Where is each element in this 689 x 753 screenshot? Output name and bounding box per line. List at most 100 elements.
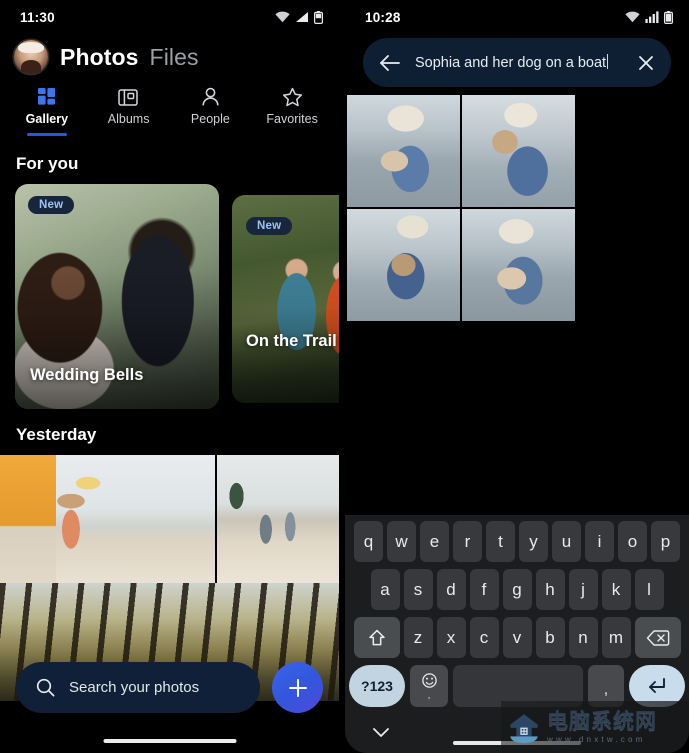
status-badge: New [28,196,75,214]
key-j[interactable]: j [568,569,598,610]
text-caret [607,54,609,69]
key-i[interactable]: i [585,521,614,562]
app-title-group: Photos Files [60,44,199,71]
key-k[interactable]: k [601,569,631,610]
star-icon [282,86,303,108]
add-button[interactable] [272,662,323,713]
tab-favorites[interactable]: Favorites [251,86,333,138]
close-icon[interactable] [637,54,655,72]
key-b[interactable]: b [535,617,565,658]
watermark-site-name: 电脑系统网 [547,709,657,733]
key-h[interactable]: h [535,569,565,610]
search-results-grid [347,87,689,321]
site-watermark: 电脑系统网 www.dnxtw.com [501,701,689,753]
key-v[interactable]: v [502,617,532,658]
key-o[interactable]: o [618,521,647,562]
key-l[interactable]: l [634,569,664,610]
emoji-key[interactable]: , [410,665,448,707]
for-you-heading: For you [16,154,79,173]
watermark-text: 电脑系统网 www.dnxtw.com [547,711,657,744]
backspace-key[interactable] [634,617,681,658]
home-gesture-bar[interactable] [103,739,236,743]
bottom-dock: Search your photos [0,640,339,753]
photo-thumb[interactable] [0,455,215,583]
key-q[interactable]: q [354,521,383,562]
symbols-key[interactable]: ?123 [349,665,405,707]
result-thumb[interactable] [462,95,575,207]
right-phone-screen: 10:28 Sophia and her dog on a boat q w e… [345,0,689,753]
memory-card-wedding[interactable]: New Wedding Bells [15,184,219,409]
keyboard-row-3: z x c v b n m [349,617,685,658]
result-thumb[interactable] [347,95,460,207]
status-icon-group [625,10,673,24]
search-query-text[interactable]: Sophia and her dog on a boat [415,54,623,71]
page-title[interactable]: Photos [60,44,139,71]
house-logo-icon [510,714,538,744]
yesterday-heading: Yesterday [16,425,97,444]
key-m[interactable]: m [601,617,631,658]
person-icon [201,86,220,108]
chevron-down-icon[interactable] [371,726,391,739]
backspace-icon [646,629,669,646]
left-status-bar: 11:30 [0,0,339,34]
avatar[interactable] [14,40,48,74]
memory-card-title: On the Trail [246,332,337,350]
key-w[interactable]: w [387,521,416,562]
tab-label-people: People [190,112,230,126]
signal-icon [645,11,659,23]
key-r[interactable]: r [453,521,482,562]
right-status-bar: 10:28 [345,0,689,34]
for-you-carousel[interactable]: New Wedding Bells New On the Trail [0,184,339,409]
key-p[interactable]: p [651,521,680,562]
key-n[interactable]: n [568,617,598,658]
status-clock: 11:30 [20,9,55,25]
watermark-url: www.dnxtw.com [547,734,646,744]
primary-tabs: Gallery Albums People Favorites [0,78,339,138]
album-icon [118,86,139,108]
photo-thumb[interactable] [217,455,339,583]
key-g[interactable]: g [502,569,532,610]
enter-icon [649,678,665,693]
signal-icon [296,12,308,22]
search-field[interactable]: Sophia and her dog on a boat [363,38,671,87]
search-icon [36,678,55,697]
status-badge: New [246,217,293,235]
key-c[interactable]: c [469,617,499,658]
screenshot-stage: 11:30 Photos Files Gallery Albums People… [0,0,689,753]
tab-gallery[interactable]: Gallery [6,86,88,138]
shift-key[interactable] [353,617,400,658]
key-f[interactable]: f [469,569,499,610]
key-x[interactable]: x [436,617,466,658]
tab-label-gallery: Gallery [25,112,69,126]
battery-icon [314,10,323,24]
emoji-key-sublabel: , [427,690,431,700]
key-d[interactable]: d [436,569,466,610]
key-e[interactable]: e [420,521,449,562]
key-y[interactable]: y [519,521,548,562]
keyboard-row-1: q w e r t y u i o p [349,521,685,562]
key-z[interactable]: z [403,617,433,658]
tab-people[interactable]: People [170,86,252,138]
search-query-value: Sophia and her dog on a boat [415,55,607,71]
tab-albums[interactable]: Albums [88,86,170,138]
memory-card-trail[interactable]: New On the Trail [232,195,339,403]
emoji-icon [421,673,437,688]
shift-icon [368,629,385,645]
result-thumb[interactable] [462,209,575,321]
photo-grid-row [0,455,339,583]
wifi-icon [625,11,640,23]
key-u[interactable]: u [552,521,581,562]
tab-active-indicator [26,133,67,136]
files-tab-title[interactable]: Files [150,44,199,71]
plus-icon [288,678,307,697]
key-s[interactable]: s [403,569,433,610]
result-thumb[interactable] [347,209,460,321]
key-a[interactable]: a [370,569,400,610]
search-input[interactable]: Search your photos [16,662,260,713]
grid-icon [37,86,57,108]
key-t[interactable]: t [486,521,515,562]
status-icon-group [275,10,323,24]
tab-indicator-people [190,133,230,136]
wifi-icon [275,11,290,23]
arrow-back-icon[interactable] [379,54,401,72]
